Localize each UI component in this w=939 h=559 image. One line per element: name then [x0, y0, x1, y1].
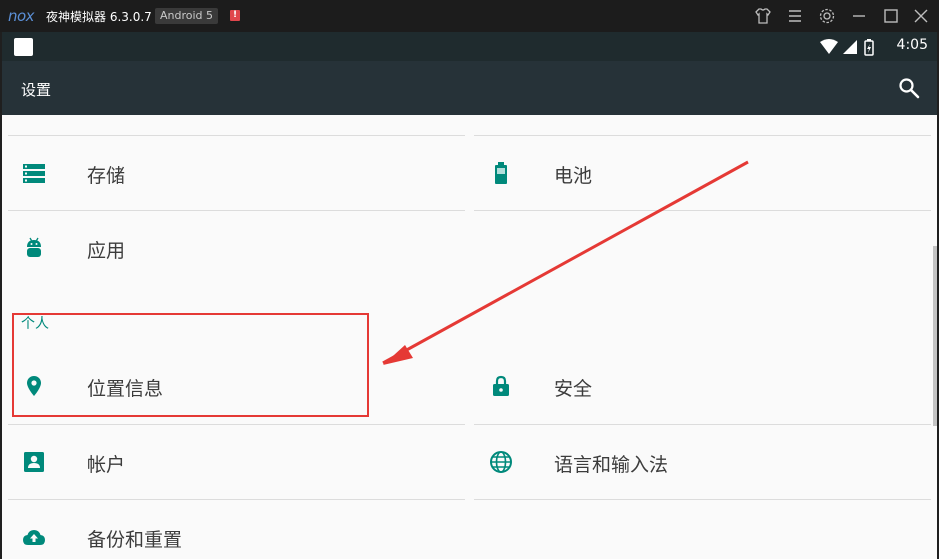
android-version-badge: Android 5	[155, 8, 219, 24]
android-icon	[27, 237, 41, 257]
settings-toolbar: 设置	[2, 61, 937, 115]
search-icon[interactable]	[897, 76, 921, 100]
setting-item-language[interactable]: 语言和输入法	[469, 425, 937, 499]
status-time: 4:05	[896, 37, 928, 53]
wifi-icon	[820, 39, 838, 54]
setting-item-battery[interactable]: 电池	[469, 136, 937, 210]
divider	[474, 499, 931, 500]
setting-item-security[interactable]: 安全	[469, 349, 937, 423]
apps-label: 应用	[87, 240, 126, 262]
lock-icon	[493, 375, 509, 396]
language-label: 语言和输入法	[554, 454, 669, 476]
nox-logo: nox	[8, 7, 35, 25]
annotation-highlight-box	[12, 313, 369, 417]
setting-item-apps[interactable]: 应用	[2, 211, 467, 285]
status-icons	[820, 39, 874, 56]
globe-icon	[490, 451, 512, 473]
battery-icon	[495, 162, 507, 184]
minimize-icon[interactable]	[849, 6, 869, 26]
menu-icon[interactable]	[785, 6, 805, 26]
divider	[474, 210, 931, 211]
cloud-upload-icon	[23, 530, 45, 545]
setting-item-storage[interactable]: 存储	[2, 136, 467, 210]
emulator-titlebar: nox 夜神模拟器 6.3.0.7 Android 5 !	[0, 0, 939, 32]
window-frame	[0, 32, 2, 559]
account-box-icon	[24, 452, 44, 472]
setting-item-backup[interactable]: 备份和重置	[2, 500, 467, 559]
setting-item-accounts[interactable]: 帐户	[2, 425, 467, 499]
backup-label: 备份和重置	[87, 529, 183, 551]
storage-icon	[23, 164, 45, 183]
android-status-bar: 4:05	[2, 32, 937, 61]
maximize-icon[interactable]	[881, 6, 901, 26]
gear-icon[interactable]	[817, 6, 837, 26]
app-title: 夜神模拟器 6.3.0.7	[46, 10, 152, 24]
page-title: 设置	[21, 81, 52, 99]
shirt-icon[interactable]	[753, 6, 773, 26]
battery-label: 电池	[554, 165, 593, 187]
alert-badge[interactable]: !	[230, 10, 240, 21]
signal-icon	[843, 40, 857, 54]
security-label: 安全	[554, 378, 593, 400]
storage-label: 存储	[87, 165, 126, 187]
notification-icon	[14, 38, 33, 56]
close-icon[interactable]	[911, 6, 931, 26]
accounts-label: 帐户	[87, 454, 126, 476]
